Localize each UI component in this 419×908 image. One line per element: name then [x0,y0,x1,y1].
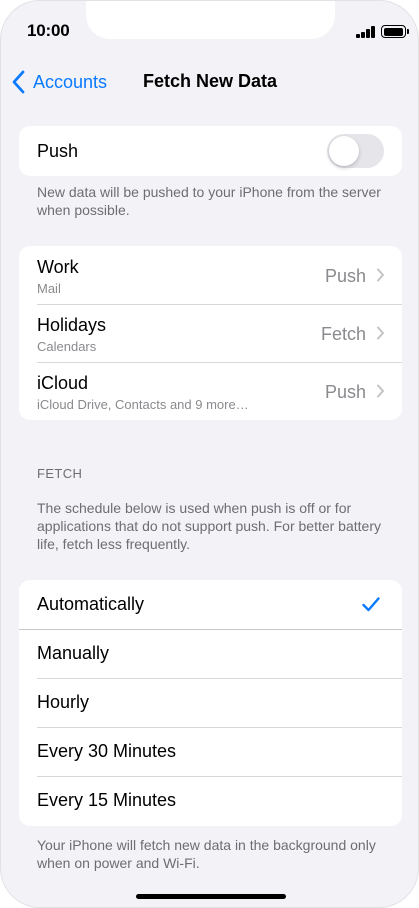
chevron-right-icon [377,326,384,340]
account-row-icloud[interactable]: iCloud iCloud Drive, Contacts and 9 more… [19,362,402,420]
home-indicator[interactable] [136,894,286,899]
push-row: Push [19,126,402,176]
schedule-option-label: Manually [37,643,110,663]
account-name: Work [37,257,79,277]
push-group: Push [19,126,402,176]
schedule-option-label: Every 30 Minutes [37,741,177,761]
accounts-group: Work Mail Push Holidays Calendars Fetch … [19,246,402,420]
schedule-option-every-30-minutes[interactable]: Every 30 Minutes [19,727,402,776]
account-name: Holidays [37,315,107,335]
schedule-option-label: Automatically [37,594,145,614]
account-fetch-mode: Fetch [320,324,366,344]
account-row-work[interactable]: Work Mail Push [19,246,402,304]
schedule-option-hourly[interactable]: Hourly [19,678,402,727]
battery-icon [381,25,409,38]
page-title: Fetch New Data [142,71,278,91]
schedule-option-automatically[interactable]: Automatically [19,580,402,629]
account-row-holidays[interactable]: Holidays Calendars Fetch [19,304,402,362]
push-toggle[interactable] [327,134,384,168]
fetch-description: The schedule below is used when push is … [37,500,381,552]
push-label: Push [37,141,79,161]
toggle-knob [329,136,359,166]
account-detail: Calendars [37,339,97,354]
fetch-section-header: FETCH [37,466,83,481]
account-name: iCloud [37,373,89,393]
schedule-option-label: Every 15 Minutes [37,790,177,810]
chevron-right-icon [377,384,384,398]
notch [86,1,335,39]
chevron-right-icon [377,268,384,282]
schedule-option-every-15-minutes[interactable]: Every 15 Minutes [19,776,402,825]
account-fetch-mode: Push [324,382,366,402]
phone-screen: 10:00 Accounts Fetch New Data Push New d… [0,0,419,908]
schedule-footnote: Your iPhone will fetch new data in the b… [37,837,376,871]
schedule-option-manually[interactable]: Manually [19,629,402,678]
push-footnote: New data will be pushed to your iPhone f… [37,184,381,218]
schedule-group: Automatically Manually Hourly Every 30 M… [19,580,402,826]
schedule-option-label: Hourly [37,692,90,712]
battery-level [383,27,403,36]
account-fetch-mode: Push [324,266,366,286]
account-detail: iCloud Drive, Contacts and 9 more… [37,397,249,412]
cellular-signal-icon [356,26,376,38]
account-detail: Mail [37,281,61,296]
status-time: 10:00 [27,21,70,40]
checkmark-icon [362,597,380,612]
